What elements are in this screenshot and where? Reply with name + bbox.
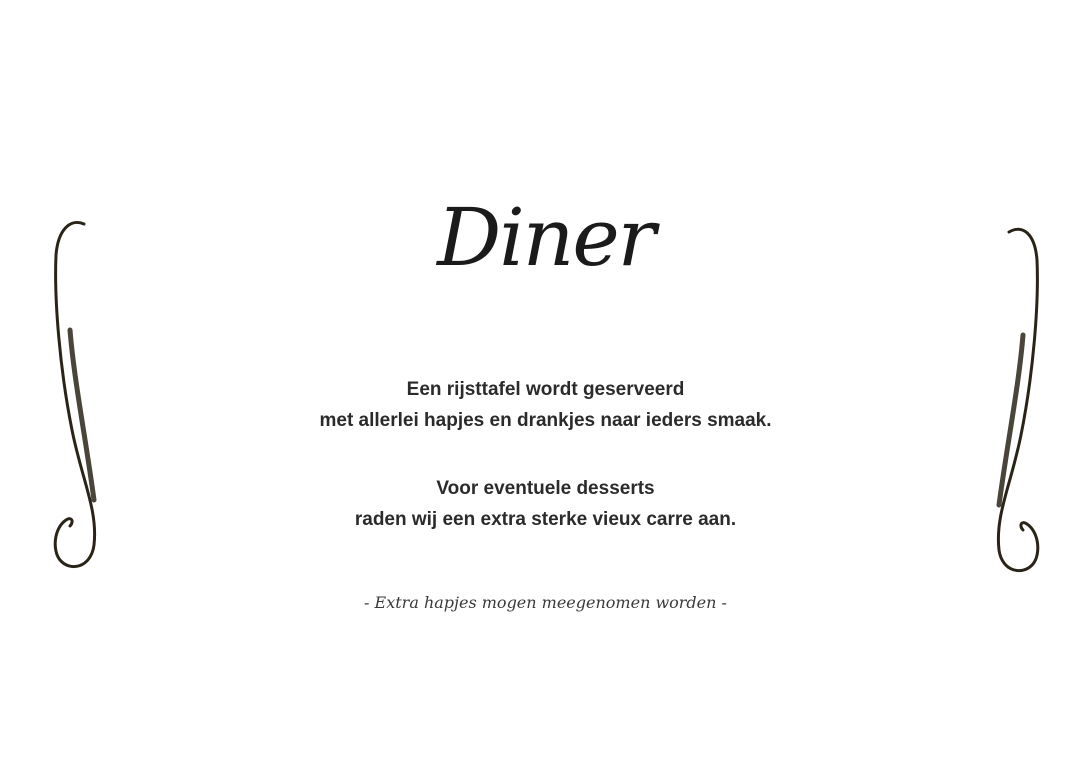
paragraph-line: met allerlei hapjes en drankjes naar ied… [319, 410, 772, 431]
menu-page: Diner Een rijsttafel wordt geserveerd me… [0, 0, 1091, 773]
rijsttafel-paragraph: Een rijsttafel wordt geserveerd met alle… [0, 374, 1091, 436]
paragraph-line: Een rijsttafel wordt geserveerd [406, 379, 685, 400]
footnote: - Extra hapjes mogen meegenomen worden - [364, 593, 727, 612]
paragraph-line: raden wij een extra sterke vieux carre a… [354, 509, 737, 530]
paragraph-line: Voor eventuele desserts [436, 478, 655, 499]
dessert-paragraph: Voor eventuele desserts raden wij een ex… [0, 473, 1091, 535]
page-title: Diner [437, 191, 656, 284]
